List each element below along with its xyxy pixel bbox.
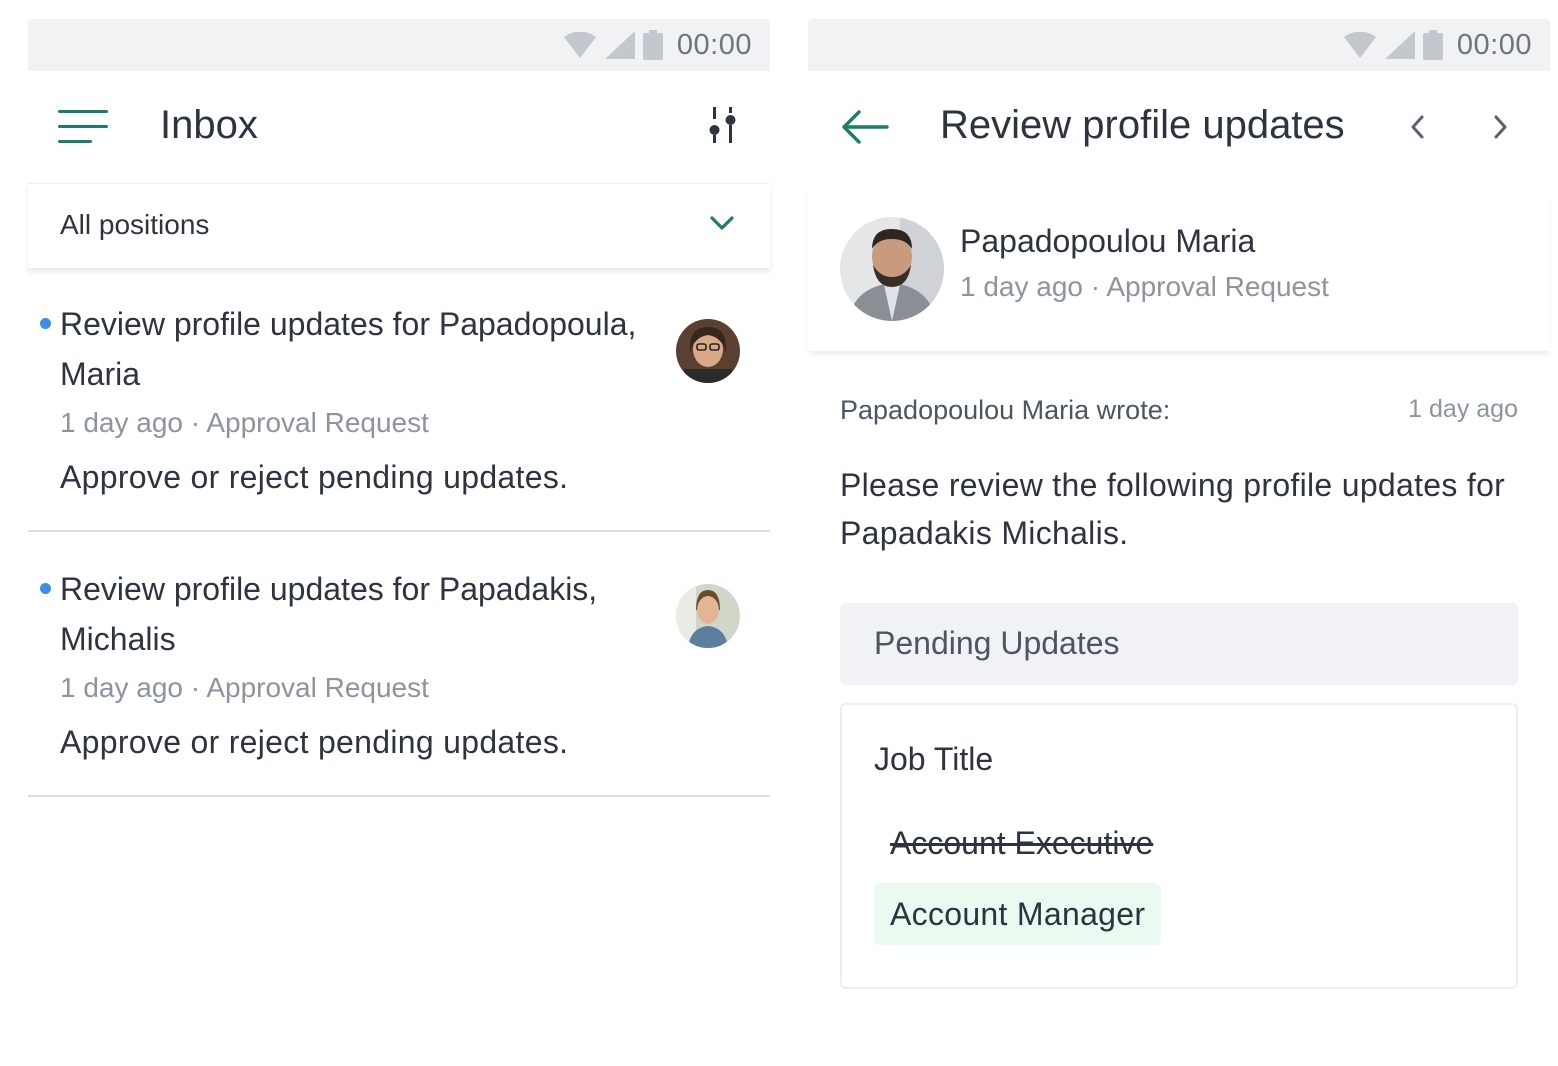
- wifi-icon: [1343, 32, 1376, 58]
- sender-name: Papadopoulou Maria: [960, 223, 1256, 259]
- chevron-down-icon: [710, 216, 734, 230]
- message-body: Please review the following profile upda…: [840, 467, 1506, 551]
- arrow-left-icon[interactable]: [840, 109, 890, 145]
- app-bar: Review profile updates: [808, 71, 1550, 183]
- status-icons: 00:00: [1343, 29, 1532, 61]
- status-time: 00:00: [676, 28, 752, 61]
- item-title: Review profile updates for Papadakis, Mi…: [60, 571, 598, 657]
- sender-meta: 1 day ago · Approval Request: [960, 271, 1329, 302]
- message-time: 1 day ago: [1408, 395, 1518, 423]
- filter-label: All positions: [60, 209, 210, 240]
- menu-icon[interactable]: [58, 109, 110, 145]
- inbox-list: Review profile updates for Papadopoula, …: [28, 267, 770, 797]
- battery-icon: [1422, 30, 1443, 60]
- chevron-right-icon[interactable]: [1490, 113, 1510, 141]
- section-title: Pending Updates: [874, 625, 1120, 661]
- inbox-screen: 00:00 Inbox All positions Review profile…: [28, 19, 770, 1059]
- inbox-list-item[interactable]: Review profile updates for Papadopoula, …: [28, 267, 770, 532]
- avatar: [676, 584, 740, 648]
- new-value: Account Manager: [890, 895, 1146, 932]
- avatar: [840, 217, 944, 321]
- unread-dot: [40, 318, 51, 329]
- app-bar: Inbox: [28, 71, 770, 183]
- battery-icon: [642, 30, 663, 60]
- signal-icon: [1384, 31, 1415, 59]
- old-value: Account Executive: [890, 825, 1154, 861]
- signal-icon: [604, 31, 635, 59]
- status-icons: 00:00: [563, 29, 752, 61]
- item-title: Review profile updates for Papadopoula, …: [60, 306, 637, 392]
- chevron-left-icon[interactable]: [1408, 113, 1428, 141]
- sliders-icon[interactable]: [708, 107, 738, 143]
- page-title: Inbox: [160, 103, 258, 147]
- pending-updates-header: Pending Updates: [840, 603, 1518, 685]
- avatar: [676, 319, 740, 383]
- status-bar: 00:00: [808, 19, 1550, 71]
- unread-dot: [40, 583, 51, 594]
- update-card: Job Title Account Executive Account Mana…: [840, 703, 1518, 989]
- wifi-icon: [563, 32, 596, 58]
- item-meta: 1 day ago · Approval Request: [60, 407, 429, 438]
- item-description: Approve or reject pending updates.: [60, 724, 569, 760]
- status-bar: 00:00: [28, 19, 770, 71]
- page-title: Review profile updates: [940, 103, 1345, 147]
- status-time: 00:00: [1456, 28, 1532, 61]
- inbox-list-item[interactable]: Review profile updates for Papadakis, Mi…: [28, 532, 770, 797]
- sender-header: Papadopoulou Maria 1 day ago · Approval …: [808, 183, 1550, 351]
- item-meta: 1 day ago · Approval Request: [60, 672, 429, 703]
- detail-screen: 00:00 Review profile updates Papadopoulo…: [808, 19, 1550, 1059]
- new-value-highlight: Account Manager: [874, 883, 1162, 945]
- item-description: Approve or reject pending updates.: [60, 459, 569, 495]
- position-filter-dropdown[interactable]: All positions: [28, 183, 770, 268]
- message-author: Papadopoulou Maria wrote:: [840, 395, 1171, 425]
- field-label: Job Title: [874, 741, 994, 777]
